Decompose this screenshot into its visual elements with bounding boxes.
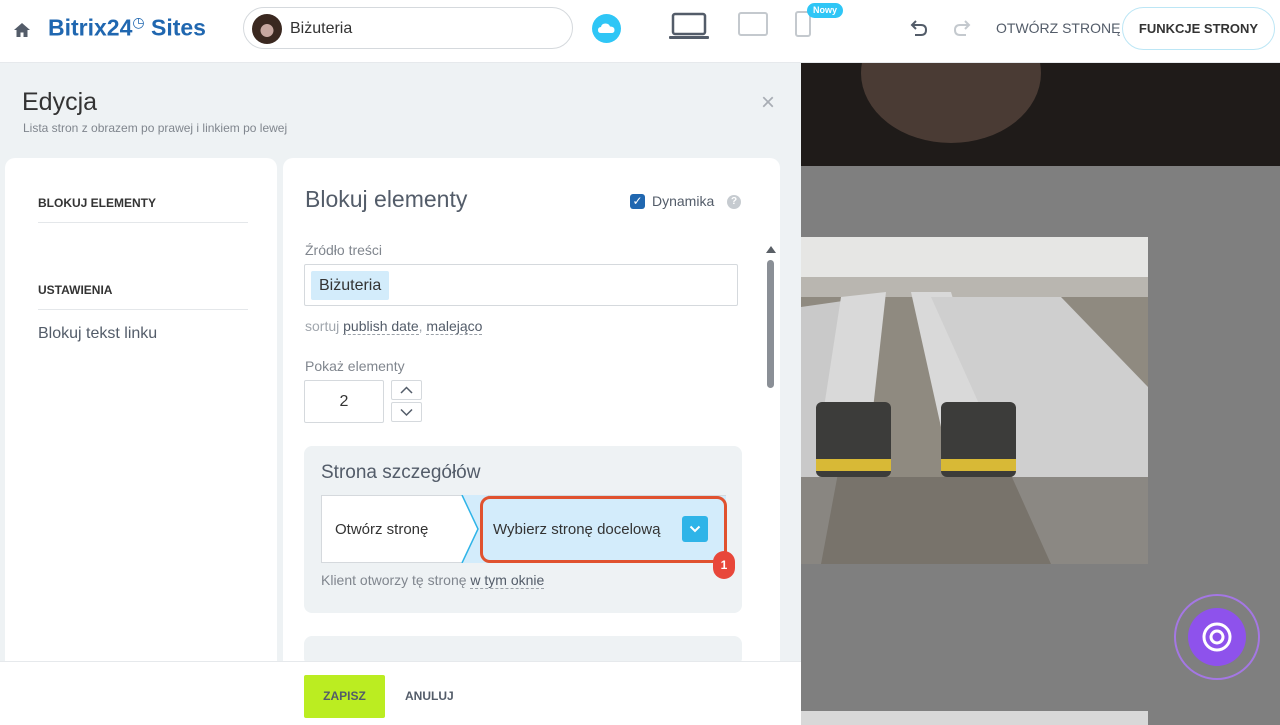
- site-selector[interactable]: Biżuteria: [243, 7, 573, 49]
- logo-suffix: Sites: [144, 14, 206, 41]
- source-label: Źródło treści: [305, 242, 383, 258]
- nav-divider: [38, 309, 248, 310]
- show-elements-label: Pokaż elementy: [305, 358, 405, 374]
- sort-line: sortuj publish date, malejąco: [305, 318, 483, 335]
- logo-brand: Bitrix24: [48, 14, 133, 41]
- assistant-button[interactable]: [1174, 594, 1260, 680]
- cloud-icon[interactable]: [592, 14, 621, 43]
- panel-subtitle: Lista stron z obrazem po prawej i linkie…: [23, 121, 288, 135]
- bitrix24-logo[interactable]: Bitrix24◷ Sites: [48, 14, 206, 42]
- cancel-button[interactable]: ANULUJ: [405, 689, 454, 703]
- open-page-link[interactable]: OTWÓRZ STRONĘ: [996, 20, 1120, 36]
- hand-shape: [861, 63, 1041, 143]
- callout-number: 1: [713, 551, 735, 579]
- source-field[interactable]: Biżuteria: [304, 264, 738, 306]
- stepper-down-icon[interactable]: [391, 402, 422, 422]
- client-note-text: Klient otworzy tę stronę: [321, 572, 467, 588]
- dynamic-label[interactable]: Dynamika: [652, 193, 714, 209]
- stepper-up-icon[interactable]: [391, 380, 422, 400]
- open-page-action[interactable]: Otwórz stronę: [335, 521, 428, 538]
- new-badge: Nowy: [807, 3, 844, 18]
- sort-separator: ,: [418, 318, 423, 334]
- form-title: Blokuj elementy: [305, 186, 468, 212]
- source-tag[interactable]: Biżuteria: [311, 271, 390, 300]
- nav-link-text[interactable]: Blokuj tekst linku: [38, 325, 157, 343]
- site-avatar: [252, 14, 282, 44]
- scroll-thumb[interactable]: [767, 260, 774, 388]
- editor-footer: ZAPISZ ANULUJ: [0, 661, 801, 725]
- vertical-scrollbar[interactable]: [765, 246, 777, 701]
- clock-icon: ◷: [132, 14, 145, 30]
- scroll-up-icon[interactable]: [766, 246, 776, 253]
- dynamic-checkbox[interactable]: ✓: [630, 194, 645, 209]
- preview-header-image: [801, 63, 1280, 166]
- preview-next-image: [801, 711, 1148, 725]
- sort-prefix: sortuj: [305, 318, 340, 334]
- desktop-view-icon[interactable]: [668, 12, 710, 40]
- highlight-callout: [480, 496, 727, 563]
- open-in-window-link[interactable]: w tym oknie: [470, 572, 545, 589]
- sort-order-link[interactable]: malejąco: [426, 318, 483, 335]
- home-icon[interactable]: [12, 20, 32, 40]
- top-bar: Bitrix24◷ Sites Biżuteria Nowy OTWÓRZ ST…: [0, 0, 1280, 63]
- nav-settings-heading: USTAWIENIA: [38, 283, 113, 297]
- undo-icon[interactable]: [907, 18, 929, 40]
- editor-nav: BLOKUJ ELEMENTY USTAWIENIA Blokuj tekst …: [5, 158, 277, 723]
- assistant-icon[interactable]: [1188, 608, 1246, 666]
- help-icon[interactable]: ?: [727, 195, 741, 209]
- nav-divider: [38, 222, 248, 223]
- save-button[interactable]: ZAPISZ: [304, 675, 385, 718]
- tablet-view-icon[interactable]: [738, 12, 768, 36]
- detail-page-title: Strona szczegółów: [321, 462, 481, 483]
- redo-icon[interactable]: [952, 18, 974, 40]
- site-name: Biżuteria: [290, 20, 353, 37]
- block-elements-form: Blokuj elementy ✓ Dynamika ? Źródło treś…: [283, 158, 780, 723]
- page-functions-button[interactable]: FUNKCJE STRONY: [1122, 7, 1275, 50]
- editor-panel: Edycja Lista stron z obrazem po prawej i…: [0, 63, 801, 725]
- sort-field-link[interactable]: publish date: [343, 318, 419, 335]
- close-icon[interactable]: ×: [758, 91, 778, 115]
- show-elements-input[interactable]: 2: [304, 380, 384, 423]
- nav-block-elements[interactable]: BLOKUJ ELEMENTY: [38, 196, 156, 210]
- client-open-note: Klient otworzy tę stronę w tym oknie: [321, 572, 545, 589]
- panel-title: Edycja: [22, 88, 98, 116]
- train-yard-photo: [801, 237, 1148, 564]
